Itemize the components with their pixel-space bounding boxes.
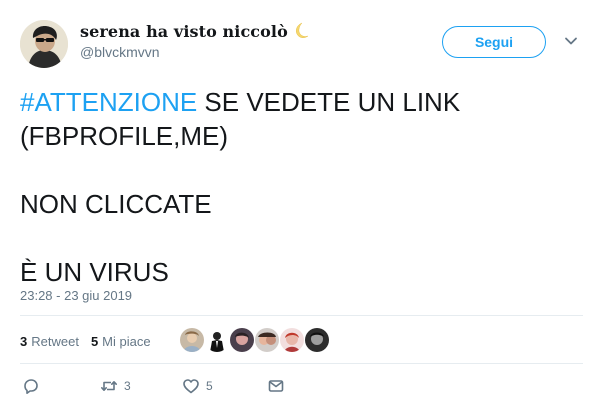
- avatar[interactable]: [20, 20, 68, 68]
- like-count: 5: [206, 379, 213, 393]
- like-button[interactable]: 5: [182, 377, 267, 395]
- crescent-moon-icon: [290, 21, 310, 41]
- retweet-stat-count: 3: [20, 333, 28, 349]
- follow-button[interactable]: Segui: [442, 26, 546, 58]
- retweet-icon: [101, 381, 117, 391]
- tweet-line-1: #ATTENZIONE SE VEDETE UN LINK: [20, 85, 580, 119]
- tweet-card: serena ha visto niccolò @blvckmvvn Segui…: [0, 0, 603, 413]
- liker-avatar[interactable]: [305, 328, 329, 352]
- tweet-stats: 3 Retweet 5 Mi piace: [20, 326, 163, 356]
- reply-icon: [24, 379, 38, 394]
- like-stat-count: 5: [90, 333, 99, 349]
- like-stat-label: Mi piace: [102, 333, 151, 349]
- display-name-line[interactable]: serena ha visto niccolò: [80, 21, 310, 41]
- tweet-line-3: NON CLICCATE: [20, 189, 212, 219]
- divider: [20, 315, 583, 316]
- retweet-count: 3: [124, 379, 131, 393]
- direct-message-button[interactable]: [267, 377, 285, 395]
- display-name[interactable]: serena ha visto niccolò: [80, 22, 288, 41]
- retweet-stat-label: Retweet: [31, 333, 79, 349]
- user-handle[interactable]: @blvckmvvn: [80, 44, 160, 60]
- liker-avatar[interactable]: [230, 328, 254, 352]
- liker-avatar[interactable]: [180, 328, 204, 352]
- likers-avatars: [180, 328, 330, 352]
- liker-avatar[interactable]: [255, 328, 279, 352]
- tweet-line-2: (FBPROFILE,ME): [20, 121, 229, 151]
- heart-icon: [183, 379, 199, 394]
- tweet-text: #ATTENZIONE SE VEDETE UN LINK (FBPROFILE…: [20, 85, 580, 289]
- envelope-icon: [268, 380, 284, 392]
- tweet-line-4: È UN VIRUS: [20, 257, 169, 287]
- liker-avatar[interactable]: [280, 328, 304, 352]
- chevron-down-icon[interactable]: [564, 34, 578, 48]
- retweet-button[interactable]: 3: [100, 377, 182, 395]
- tweet-timestamp[interactable]: 23:28 - 23 giu 2019: [20, 288, 132, 303]
- user-avatar-icon: [20, 20, 68, 68]
- hashtag-link[interactable]: #ATTENZIONE: [20, 87, 197, 117]
- tweet-line-1-text: SE VEDETE UN LINK: [197, 87, 461, 117]
- divider: [20, 363, 583, 364]
- liker-avatar[interactable]: [205, 328, 229, 352]
- like-stat[interactable]: 5 Mi piace: [91, 334, 151, 349]
- reply-button[interactable]: [22, 377, 100, 395]
- retweet-stat[interactable]: 3 Retweet: [20, 334, 79, 349]
- tweet-actions: 3 5: [22, 376, 285, 396]
